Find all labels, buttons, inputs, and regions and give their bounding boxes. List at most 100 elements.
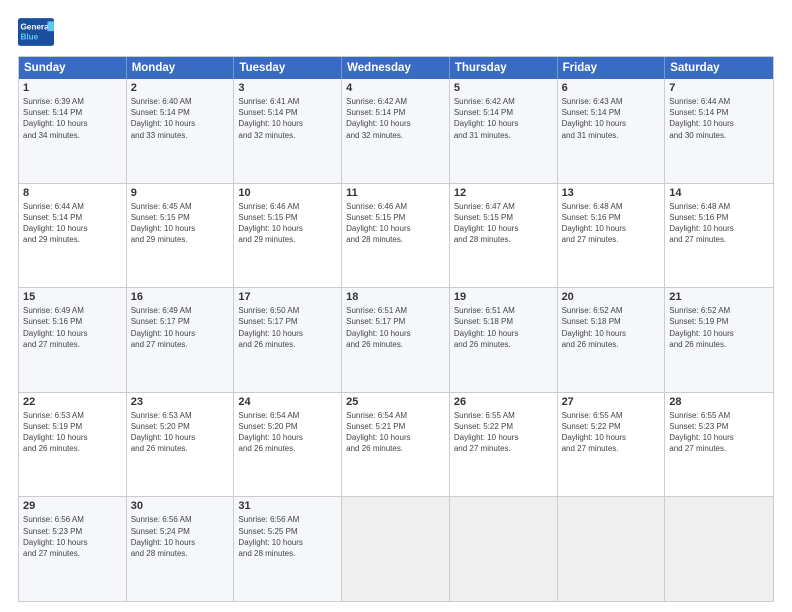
cal-header-thursday: Thursday	[450, 57, 558, 79]
day-info: Sunrise: 6:56 AM Sunset: 5:24 PM Dayligh…	[131, 514, 230, 559]
cal-cell: 12 Sunrise: 6:47 AM Sunset: 5:15 PM Dayli…	[450, 184, 558, 288]
day-number: 16	[131, 291, 230, 303]
day-number: 2	[131, 82, 230, 94]
cal-cell: 23Sunrise: 6:53 AM Sunset: 5:20 PM Dayli…	[127, 393, 235, 497]
day-info: Sunrise: 6:41 AM Sunset: 5:14 PM Dayligh…	[238, 96, 337, 141]
cal-cell: 26 Sunrise: 6:55 AM Sunset: 5:22 PM Dayli…	[450, 393, 558, 497]
cal-cell: 2Sunrise: 6:40 AM Sunset: 5:14 PM Daylig…	[127, 79, 235, 183]
day-number: 3	[238, 82, 337, 94]
cal-cell: 9 Sunrise: 6:45 AM Sunset: 5:15 PM Daylig…	[127, 184, 235, 288]
cal-cell: 15 Sunrise: 6:49 AM Sunset: 5:16 PM Dayli…	[19, 288, 127, 392]
cal-header-tuesday: Tuesday	[234, 57, 342, 79]
cal-header-monday: Monday	[127, 57, 235, 79]
generalblue-logo-icon: General Blue	[18, 18, 54, 46]
cal-cell: 18Sunrise: 6:51 AM Sunset: 5:17 PM Dayli…	[342, 288, 450, 392]
cal-header-saturday: Saturday	[665, 57, 773, 79]
day-info: Sunrise: 6:55 AM Sunset: 5:22 PM Dayligh…	[454, 410, 553, 455]
cal-cell: 13Sunrise: 6:48 AM Sunset: 5:16 PM Dayli…	[558, 184, 666, 288]
cal-cell: 22Sunrise: 6:53 AM Sunset: 5:19 PM Dayli…	[19, 393, 127, 497]
day-number: 17	[238, 291, 337, 303]
calendar-body: 1 Sunrise: 6:39 AM Sunset: 5:14 PM Daylig…	[19, 79, 773, 601]
day-info: Sunrise: 6:46 AM Sunset: 5:15 PM Dayligh…	[346, 201, 445, 246]
day-number: 14	[669, 187, 769, 199]
day-number: 8	[23, 187, 122, 199]
day-info: Sunrise: 6:50 AM Sunset: 5:17 PM Dayligh…	[238, 305, 337, 350]
day-number: 1	[23, 82, 122, 94]
cal-cell: 1 Sunrise: 6:39 AM Sunset: 5:14 PM Daylig…	[19, 79, 127, 183]
svg-text:General: General	[20, 23, 50, 32]
cal-header-wednesday: Wednesday	[342, 57, 450, 79]
day-info: Sunrise: 6:43 AM Sunset: 5:14 PM Dayligh…	[562, 96, 661, 141]
cal-cell: 30 Sunrise: 6:56 AM Sunset: 5:24 PM Dayli…	[127, 497, 235, 601]
day-info: Sunrise: 6:55 AM Sunset: 5:22 PM Dayligh…	[562, 410, 661, 455]
day-info: Sunrise: 6:44 AM Sunset: 5:14 PM Dayligh…	[669, 96, 769, 141]
cal-cell	[665, 497, 773, 601]
cal-cell: 19 Sunrise: 6:51 AM Sunset: 5:18 PM Dayli…	[450, 288, 558, 392]
day-info: Sunrise: 6:53 AM Sunset: 5:20 PM Dayligh…	[131, 410, 230, 455]
cal-header-sunday: Sunday	[19, 57, 127, 79]
day-info: Sunrise: 6:56 AM Sunset: 5:25 PM Dayligh…	[238, 514, 337, 559]
day-number: 15	[23, 291, 122, 303]
day-number: 31	[238, 500, 337, 512]
day-number: 27	[562, 396, 661, 408]
day-number: 5	[454, 82, 553, 94]
day-number: 25	[346, 396, 445, 408]
cal-cell: 8 Sunrise: 6:44 AM Sunset: 5:14 PM Daylig…	[19, 184, 127, 288]
day-info: Sunrise: 6:52 AM Sunset: 5:18 PM Dayligh…	[562, 305, 661, 350]
day-number: 10	[238, 187, 337, 199]
calendar-header: SundayMondayTuesdayWednesdayThursdayFrid…	[19, 57, 773, 79]
cal-cell: 20 Sunrise: 6:52 AM Sunset: 5:18 PM Dayli…	[558, 288, 666, 392]
cal-cell: 28Sunrise: 6:55 AM Sunset: 5:23 PM Dayli…	[665, 393, 773, 497]
day-number: 11	[346, 187, 445, 199]
day-info: Sunrise: 6:45 AM Sunset: 5:15 PM Dayligh…	[131, 201, 230, 246]
day-info: Sunrise: 6:39 AM Sunset: 5:14 PM Dayligh…	[23, 96, 122, 141]
cal-cell: 14 Sunrise: 6:48 AM Sunset: 5:16 PM Dayli…	[665, 184, 773, 288]
day-info: Sunrise: 6:48 AM Sunset: 5:16 PM Dayligh…	[669, 201, 769, 246]
cal-cell: 11 Sunrise: 6:46 AM Sunset: 5:15 PM Dayli…	[342, 184, 450, 288]
cal-cell: 27 Sunrise: 6:55 AM Sunset: 5:22 PM Dayli…	[558, 393, 666, 497]
cal-cell	[558, 497, 666, 601]
cal-cell: 17 Sunrise: 6:50 AM Sunset: 5:17 PM Dayli…	[234, 288, 342, 392]
day-number: 4	[346, 82, 445, 94]
cal-cell: 31 Sunrise: 6:56 AM Sunset: 5:25 PM Dayli…	[234, 497, 342, 601]
cal-cell: 16 Sunrise: 6:49 AM Sunset: 5:17 PM Dayli…	[127, 288, 235, 392]
day-info: Sunrise: 6:53 AM Sunset: 5:19 PM Dayligh…	[23, 410, 122, 455]
day-info: Sunrise: 6:52 AM Sunset: 5:19 PM Dayligh…	[669, 305, 769, 350]
cal-cell: 4Sunrise: 6:42 AM Sunset: 5:14 PM Daylig…	[342, 79, 450, 183]
cal-cell	[450, 497, 558, 601]
cal-cell	[342, 497, 450, 601]
day-number: 20	[562, 291, 661, 303]
day-number: 29	[23, 500, 122, 512]
day-info: Sunrise: 6:56 AM Sunset: 5:23 PM Dayligh…	[23, 514, 122, 559]
header: General Blue	[18, 18, 774, 46]
svg-text:Blue: Blue	[20, 32, 38, 41]
day-number: 12	[454, 187, 553, 199]
day-info: Sunrise: 6:54 AM Sunset: 5:21 PM Dayligh…	[346, 410, 445, 455]
cal-header-friday: Friday	[558, 57, 666, 79]
calendar: SundayMondayTuesdayWednesdayThursdayFrid…	[18, 56, 774, 602]
day-number: 7	[669, 82, 769, 94]
day-number: 26	[454, 396, 553, 408]
cal-cell: 7 Sunrise: 6:44 AM Sunset: 5:14 PM Daylig…	[665, 79, 773, 183]
day-number: 24	[238, 396, 337, 408]
day-info: Sunrise: 6:49 AM Sunset: 5:16 PM Dayligh…	[23, 305, 122, 350]
cal-week-2: 8 Sunrise: 6:44 AM Sunset: 5:14 PM Daylig…	[19, 183, 773, 288]
day-number: 9	[131, 187, 230, 199]
day-info: Sunrise: 6:47 AM Sunset: 5:15 PM Dayligh…	[454, 201, 553, 246]
day-info: Sunrise: 6:54 AM Sunset: 5:20 PM Dayligh…	[238, 410, 337, 455]
cal-week-1: 1 Sunrise: 6:39 AM Sunset: 5:14 PM Daylig…	[19, 79, 773, 183]
cal-cell: 5Sunrise: 6:42 AM Sunset: 5:14 PM Daylig…	[450, 79, 558, 183]
page: General Blue SundayMondayTuesdayWednesda…	[0, 0, 792, 612]
day-info: Sunrise: 6:44 AM Sunset: 5:14 PM Dayligh…	[23, 201, 122, 246]
cal-cell: 6Sunrise: 6:43 AM Sunset: 5:14 PM Daylig…	[558, 79, 666, 183]
day-info: Sunrise: 6:55 AM Sunset: 5:23 PM Dayligh…	[669, 410, 769, 455]
day-info: Sunrise: 6:48 AM Sunset: 5:16 PM Dayligh…	[562, 201, 661, 246]
day-info: Sunrise: 6:49 AM Sunset: 5:17 PM Dayligh…	[131, 305, 230, 350]
day-number: 19	[454, 291, 553, 303]
cal-cell: 25 Sunrise: 6:54 AM Sunset: 5:21 PM Dayli…	[342, 393, 450, 497]
day-number: 18	[346, 291, 445, 303]
cal-cell: 10Sunrise: 6:46 AM Sunset: 5:15 PM Dayli…	[234, 184, 342, 288]
cal-cell: 3 Sunrise: 6:41 AM Sunset: 5:14 PM Daylig…	[234, 79, 342, 183]
day-info: Sunrise: 6:51 AM Sunset: 5:18 PM Dayligh…	[454, 305, 553, 350]
day-number: 30	[131, 500, 230, 512]
